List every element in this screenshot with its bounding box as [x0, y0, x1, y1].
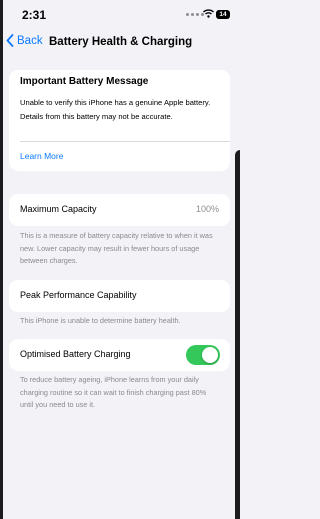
back-button[interactable]: Back	[6, 34, 43, 47]
toggle-knob	[202, 347, 218, 363]
device-edge-left	[0, 0, 3, 519]
maximum-capacity-footnote: This is a measure of battery capacity re…	[20, 231, 213, 265]
status-bar: 2:31 14	[0, 0, 240, 28]
maximum-capacity-value: 100%	[195, 204, 219, 214]
page-title: Battery Health & Charging	[49, 36, 193, 48]
back-label: Back	[17, 34, 43, 47]
maximum-capacity-row: Maximum Capacity 100%	[9, 194, 230, 226]
optimised-charging-label: Optimised Battery Charging	[20, 349, 131, 359]
maximum-capacity-label: Maximum Capacity	[20, 204, 97, 214]
optimised-charging-row: Optimised Battery Charging	[9, 339, 230, 371]
wifi-icon	[203, 9, 214, 18]
battery-message-body: Unable to verify this iPhone has a genui…	[20, 98, 211, 121]
signal-dots-icon	[186, 13, 204, 16]
peak-performance-row[interactable]: Peak Performance Capability	[9, 280, 230, 312]
optimised-charging-footnote: To reduce battery ageing, iPhone learns …	[20, 375, 207, 409]
peak-performance-footnote: This iPhone is unable to determine batte…	[20, 316, 181, 325]
divider	[20, 141, 230, 142]
device-edge-right	[235, 150, 240, 519]
optimised-charging-toggle[interactable]	[186, 345, 220, 365]
battery-message-title: Important Battery Message	[20, 76, 149, 87]
peak-performance-label: Peak Performance Capability	[20, 290, 137, 300]
battery-icon: 14	[216, 10, 230, 19]
status-time: 2:31	[22, 8, 47, 22]
battery-message-card: Important Battery Message Unable to veri…	[9, 70, 230, 171]
chevron-left-icon	[6, 34, 14, 47]
navigation-bar: Back Battery Health & Charging	[0, 30, 240, 54]
learn-more-link[interactable]: Learn More	[20, 151, 63, 161]
